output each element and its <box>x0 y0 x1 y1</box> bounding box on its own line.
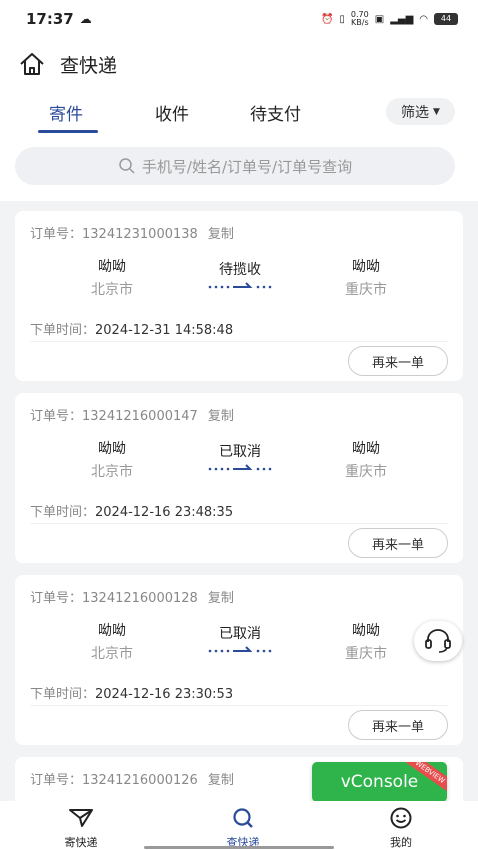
copy-button[interactable]: 复制 <box>208 409 234 424</box>
reorder-button[interactable]: 再来一单 <box>348 346 448 376</box>
from-city: 北京市 <box>91 282 133 298</box>
bottom-nav: 寄快递 查快递 我的 <box>0 801 478 850</box>
to-city: 重庆市 <box>345 464 387 480</box>
signal-icon: ▂▄▆ <box>390 13 414 25</box>
copy-button[interactable]: 复制 <box>208 591 234 606</box>
to-city: 重庆市 <box>345 282 387 298</box>
customer-service-button[interactable] <box>414 621 462 661</box>
divider <box>30 705 448 706</box>
status-bar: 17:37 ☁ ⏰ ▯ 0.70 KB/s ▣ ▂▄▆ ◠ 44 <box>0 0 478 38</box>
tab-send[interactable]: 寄件 <box>49 100 83 125</box>
reorder-button[interactable]: 再来一单 <box>348 710 448 740</box>
order-status: 已取消 <box>219 626 261 642</box>
hd-icon: ▣ <box>374 13 385 25</box>
order-time: 下单时间：2024-12-16 23:30:53 <box>30 687 234 702</box>
receiver-name: 呦呦 <box>352 259 380 275</box>
receiver-name: 呦呦 <box>352 441 380 457</box>
copy-button[interactable]: 复制 <box>208 773 234 788</box>
top-panel: 17:37 ☁ ⏰ ▯ 0.70 KB/s ▣ ▂▄▆ ◠ 44 查快递 寄件 收… <box>0 0 478 201</box>
to-city: 重庆市 <box>345 646 387 662</box>
order-time: 下单时间：2024-12-16 23:48:35 <box>30 505 234 520</box>
alarm-icon: ⏰ <box>320 13 334 25</box>
tab-receive[interactable]: 收件 <box>155 100 189 125</box>
battery-icon: 44 <box>434 13 458 25</box>
copy-button[interactable]: 复制 <box>208 227 234 242</box>
route-arrow-icon <box>208 464 272 471</box>
filter-button[interactable]: 筛选 ▼ <box>386 98 455 125</box>
wifi-icon: ◠ <box>419 13 428 25</box>
home-icon[interactable] <box>18 50 46 78</box>
smiley-icon <box>390 807 412 829</box>
order-card[interactable]: 订单号：13241216000128 复制 呦呦 北京市 已取消 呦呦 重庆市 下… <box>15 575 463 745</box>
order-status: 待揽收 <box>219 262 261 278</box>
header: 查快递 <box>18 48 117 80</box>
search-placeholder: 手机号/姓名/订单号/订单号查询 <box>141 157 353 176</box>
order-status: 已取消 <box>219 444 261 460</box>
route-arrow-icon <box>208 646 272 653</box>
net-speed: 0.70 KB/s <box>350 10 369 27</box>
order-number: 订单号：13241216000128 复制 <box>30 591 234 606</box>
divider <box>30 523 448 524</box>
sender-name: 呦呦 <box>98 441 126 457</box>
search-icon <box>233 808 253 828</box>
from-city: 北京市 <box>91 464 133 480</box>
vconsole-label: vConsole <box>340 772 419 792</box>
tab-underline <box>38 130 98 133</box>
nav-send[interactable]: 寄快递 <box>46 807 116 850</box>
receiver-name: 呦呦 <box>352 623 380 639</box>
order-card[interactable]: 订单号：13241231000138 复制 呦呦 北京市 待揽收 呦呦 重庆市 下… <box>15 211 463 381</box>
from-city: 北京市 <box>91 646 133 662</box>
reorder-button[interactable]: 再来一单 <box>348 528 448 558</box>
vconsole-button[interactable]: vConsole WEBVIEW <box>312 762 447 802</box>
cloud-icon: ☁ <box>79 12 92 26</box>
caret-down-icon: ▼ <box>433 106 440 117</box>
tab-unpaid[interactable]: 待支付 <box>250 100 301 125</box>
home-indicator[interactable] <box>144 846 334 849</box>
nav-track[interactable]: 查快递 <box>208 807 278 850</box>
status-time: 17:37 <box>26 10 74 28</box>
page-title: 查快递 <box>60 54 118 77</box>
order-time: 下单时间：2024-12-31 14:58:48 <box>30 323 234 338</box>
search-icon <box>119 158 135 174</box>
order-number: 订单号：13241216000147 复制 <box>30 409 234 424</box>
order-card[interactable]: 订单号：13241216000147 复制 呦呦 北京市 已取消 呦呦 重庆市 下… <box>15 393 463 563</box>
status-icons: ⏰ ▯ 0.70 KB/s ▣ ▂▄▆ ◠ 44 <box>321 11 458 27</box>
order-number: 订单号：13241231000138 复制 <box>30 227 234 242</box>
divider <box>30 341 448 342</box>
sender-name: 呦呦 <box>98 259 126 275</box>
nav-mine[interactable]: 我的 <box>366 807 436 850</box>
search-bar[interactable]: 手机号/姓名/订单号/订单号查询 <box>15 147 455 185</box>
send-icon <box>69 809 93 827</box>
filter-label: 筛选 <box>401 104 430 121</box>
headset-icon <box>425 629 451 653</box>
vibrate-icon: ▯ <box>339 13 345 25</box>
sender-name: 呦呦 <box>98 623 126 639</box>
route-arrow-icon <box>208 282 272 289</box>
order-number: 订单号：13241216000126 复制 <box>30 773 234 788</box>
